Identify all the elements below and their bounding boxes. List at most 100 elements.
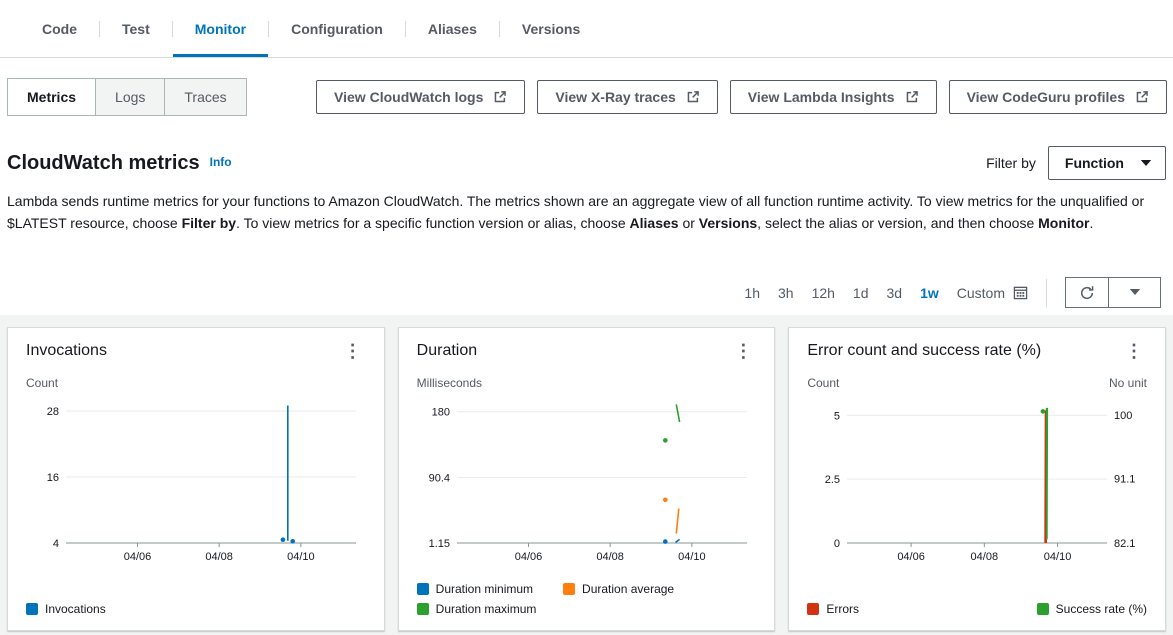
button-label: View X-Ray traces xyxy=(555,89,675,105)
svg-text:4: 4 xyxy=(53,538,59,550)
description-bold-versions: Versions xyxy=(699,215,757,231)
legend-label: Duration average xyxy=(582,582,674,596)
svg-text:16: 16 xyxy=(47,472,59,484)
y-axis-unit-right: No unit xyxy=(1109,376,1147,390)
invocations-card: Invocations ⋮ Count 4 16 28 04/06 04/08 04/10… xyxy=(7,327,385,631)
time-range-3d[interactable]: 3d xyxy=(887,285,903,301)
metrics-description: Lambda sends runtime metrics for your fu… xyxy=(0,186,1173,234)
filter-by-label: Filter by xyxy=(986,155,1036,171)
description-bold-aliases: Aliases xyxy=(630,215,679,231)
view-codeguru-profiles-button[interactable]: View CodeGuru profiles xyxy=(949,80,1167,114)
button-label: View CodeGuru profiles xyxy=(967,89,1125,105)
time-range-1h[interactable]: 1h xyxy=(744,285,760,301)
description-text: or xyxy=(679,215,699,231)
tab-aliases[interactable]: Aliases xyxy=(406,0,499,57)
chart-title-invocations: Invocations xyxy=(26,342,107,360)
error-success-chart[interactable]: 02.5582.191.110004/0604/0804/10 xyxy=(807,392,1147,570)
svg-text:04/08: 04/08 xyxy=(971,551,999,563)
info-link[interactable]: Info xyxy=(210,155,232,169)
view-xray-traces-button[interactable]: View X-Ray traces xyxy=(537,80,717,114)
legend-swatch xyxy=(807,603,819,615)
legend-label: Errors xyxy=(826,602,859,616)
svg-text:04/08: 04/08 xyxy=(205,551,233,563)
duration-chart[interactable]: 1.1590.418004/0604/0804/10 xyxy=(417,392,757,570)
svg-text:04/06: 04/06 xyxy=(124,551,152,563)
y-axis-unit: Count xyxy=(26,376,58,390)
chart-title-errors: Error count and success rate (%) xyxy=(807,342,1041,360)
y-axis-unit-left: Count xyxy=(807,376,839,390)
svg-text:180: 180 xyxy=(431,407,449,419)
legend-item[interactable]: Success rate (%) xyxy=(1037,602,1147,616)
svg-text:04/10: 04/10 xyxy=(1044,551,1072,563)
chart-title-duration: Duration xyxy=(417,342,477,360)
page-title: CloudWatch metrics xyxy=(7,152,200,175)
subtab-traces[interactable]: Traces xyxy=(165,79,245,115)
tab-test[interactable]: Test xyxy=(100,0,172,57)
svg-text:04/06: 04/06 xyxy=(514,551,542,563)
legend-label: Success rate (%) xyxy=(1056,602,1147,616)
chart-cards: Invocations ⋮ Count 4 16 28 04/06 04/08 04/10… xyxy=(0,315,1173,635)
refresh-group xyxy=(1065,277,1161,308)
filter-function-select[interactable]: Function xyxy=(1048,146,1166,180)
function-tabs: Code Test Monitor Configuration Aliases … xyxy=(0,0,1173,58)
external-link-icon xyxy=(1135,90,1149,104)
time-range-1w[interactable]: 1w xyxy=(920,285,939,301)
view-cloudwatch-logs-button[interactable]: View CloudWatch logs xyxy=(316,80,525,114)
tab-monitor[interactable]: Monitor xyxy=(173,0,268,57)
external-link-icon xyxy=(493,90,507,104)
svg-text:04/10: 04/10 xyxy=(678,551,706,563)
time-range-1d[interactable]: 1d xyxy=(853,285,869,301)
description-text: , select the alias or version, and then … xyxy=(757,215,1038,231)
external-actions: View CloudWatch logs View X-Ray traces V… xyxy=(316,80,1167,114)
monitor-subtabs: Metrics Logs Traces xyxy=(7,78,247,116)
error-success-card: Error count and success rate (%) ⋮ Count… xyxy=(788,327,1166,631)
duration-card: Duration ⋮ Milliseconds 1.1590.418004/06… xyxy=(398,327,776,631)
calendar-icon xyxy=(1013,285,1028,300)
refresh-options-button[interactable] xyxy=(1109,277,1161,308)
button-label: View Lambda Insights xyxy=(748,89,895,105)
tab-code[interactable]: Code xyxy=(20,0,99,57)
time-range-custom[interactable]: Custom xyxy=(957,285,1028,301)
chart-menu-button[interactable]: ⋮ xyxy=(730,342,756,360)
tab-versions[interactable]: Versions xyxy=(500,0,602,57)
view-lambda-insights-button[interactable]: View Lambda Insights xyxy=(730,80,937,114)
filter-control: Filter by Function xyxy=(986,146,1166,180)
time-range-3h[interactable]: 3h xyxy=(778,285,794,301)
subtab-metrics[interactable]: Metrics xyxy=(8,79,96,115)
legend-item[interactable]: Duration average xyxy=(563,582,674,596)
chart-legend: Invocations xyxy=(26,590,366,616)
subtab-logs[interactable]: Logs xyxy=(96,79,165,115)
description-bold-monitor: Monitor xyxy=(1038,215,1089,231)
external-link-icon xyxy=(905,90,919,104)
svg-text:100: 100 xyxy=(1114,410,1132,422)
legend-item[interactable]: Duration minimum xyxy=(417,582,533,596)
description-bold-filter-by: Filter by xyxy=(182,215,236,231)
legend-item[interactable]: Invocations xyxy=(26,602,106,616)
legend-swatch xyxy=(417,583,429,595)
chart-menu-button[interactable]: ⋮ xyxy=(340,342,366,360)
svg-text:04/10: 04/10 xyxy=(287,551,315,563)
tab-configuration[interactable]: Configuration xyxy=(269,0,405,57)
svg-text:5: 5 xyxy=(834,410,840,422)
legend-item[interactable]: Duration maximum xyxy=(417,602,537,616)
filter-selected-value: Function xyxy=(1065,155,1124,171)
chart-legend: Duration minimum Duration average Duration… xyxy=(417,570,757,616)
time-range-12h[interactable]: 12h xyxy=(812,285,835,301)
legend-item[interactable]: Errors xyxy=(807,602,859,616)
svg-text:04/06: 04/06 xyxy=(898,551,926,563)
refresh-button[interactable] xyxy=(1065,277,1109,308)
invocations-chart[interactable]: 4 16 28 04/06 04/08 04/10 xyxy=(26,392,366,570)
legend-swatch xyxy=(417,603,429,615)
svg-text:28: 28 xyxy=(47,406,59,418)
description-text: . To view metrics for a specific functio… xyxy=(236,215,629,231)
legend-swatch xyxy=(563,583,575,595)
svg-text:82.1: 82.1 xyxy=(1114,538,1135,550)
custom-label: Custom xyxy=(957,285,1005,301)
legend-swatch xyxy=(1037,603,1049,615)
legend-label: Duration maximum xyxy=(436,602,537,616)
legend-label: Duration minimum xyxy=(436,582,533,596)
chart-menu-button[interactable]: ⋮ xyxy=(1121,342,1147,360)
time-range-bar: 1h 3h 12h 1d 3d 1w Custom xyxy=(0,270,1173,315)
legend-swatch xyxy=(26,603,38,615)
metrics-dashboard: 1h 3h 12h 1d 3d 1w Custom Invocations ⋮ xyxy=(0,270,1173,635)
